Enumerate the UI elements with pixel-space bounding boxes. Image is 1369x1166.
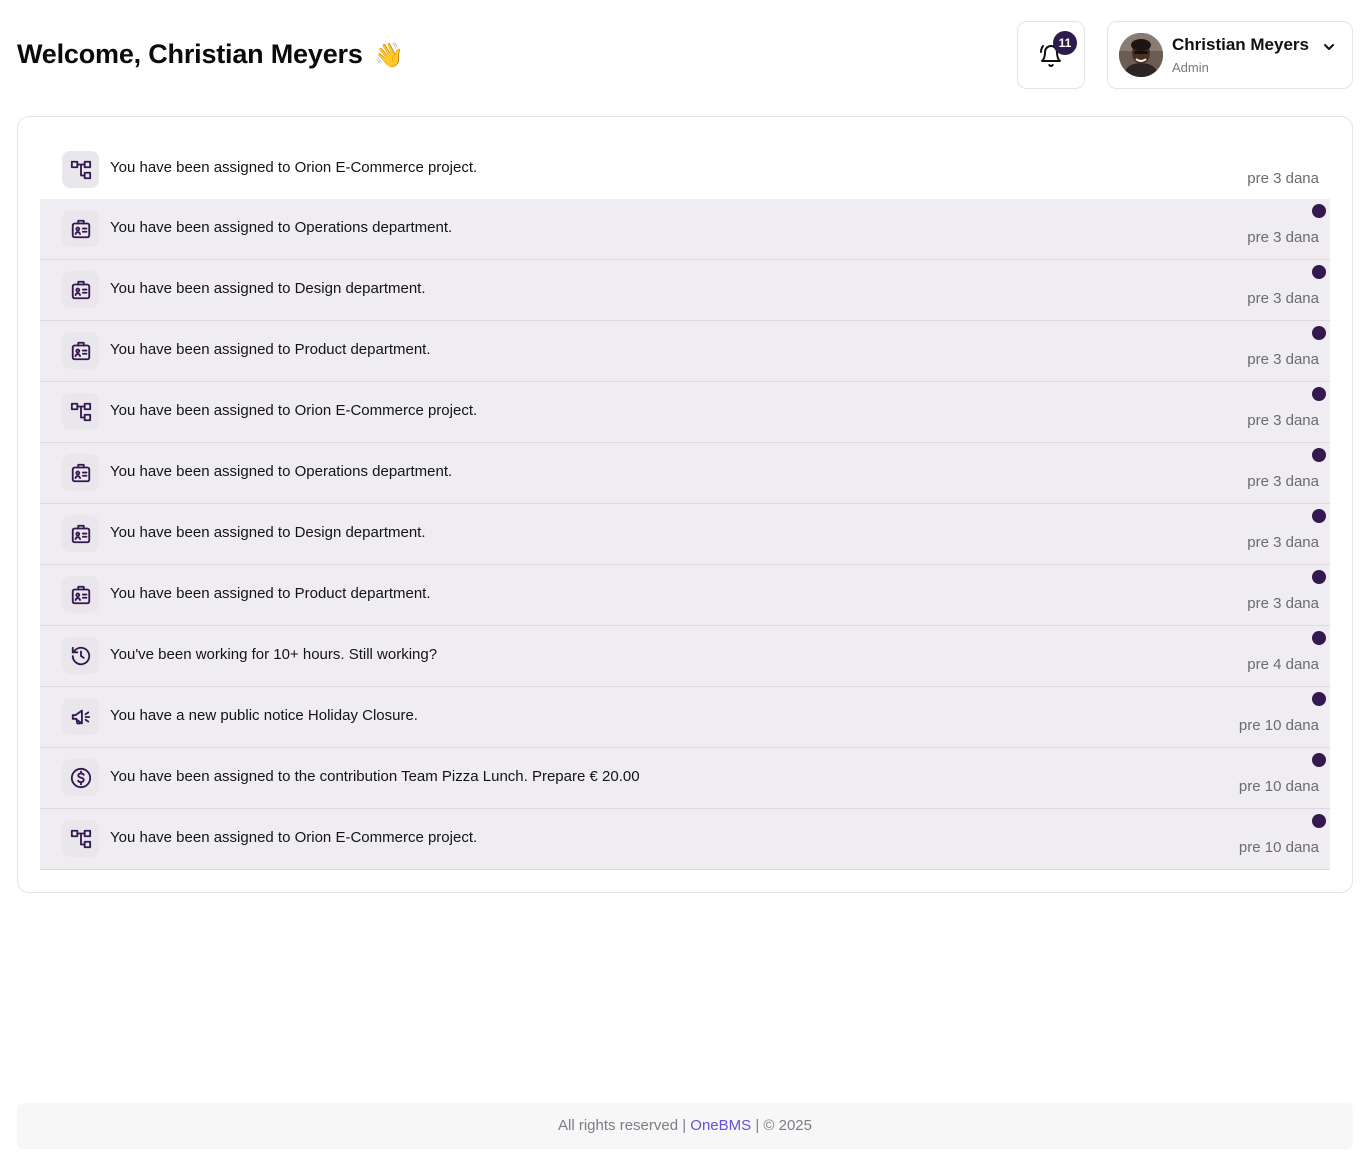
notification-item[interactable]: You've been working for 10+ hours. Still… (40, 626, 1330, 687)
notification-time: pre 3 dana (1247, 229, 1319, 246)
footer-rights-text: All rights reserved | (558, 1117, 687, 1134)
notification-time: pre 10 dana (1238, 778, 1319, 795)
department-icon (62, 332, 99, 369)
unread-indicator (1312, 204, 1326, 218)
notification-time: pre 10 dana (1238, 839, 1319, 856)
footer: All rights reserved | OneBMS | © 2025 (17, 1103, 1353, 1149)
welcome-text: Welcome, Christian Meyers (17, 39, 363, 69)
notification-message: You have been assigned to Design departm… (110, 524, 426, 541)
notification-message: You have been assigned to Orion E-Commer… (110, 402, 478, 419)
notifications-card: You have been assigned to Orion E-Commer… (17, 116, 1353, 893)
notification-time: pre 3 dana (1247, 412, 1319, 429)
notification-item[interactable]: You have been assigned to Operations dep… (40, 443, 1330, 504)
notification-time: pre 3 dana (1247, 290, 1319, 307)
unread-indicator (1312, 448, 1326, 462)
notification-time: pre 3 dana (1247, 473, 1319, 490)
unread-indicator (1312, 631, 1326, 645)
notification-item[interactable]: You have been assigned to Orion E-Commer… (40, 382, 1330, 443)
unread-indicator (1312, 570, 1326, 584)
wave-emoji: 👋 (373, 42, 404, 69)
department-icon (62, 576, 99, 613)
notification-message: You have been assigned to Design departm… (110, 280, 426, 297)
notification-item[interactable]: You have been assigned to Orion E-Commer… (40, 809, 1330, 870)
project-icon (62, 820, 99, 857)
notification-item[interactable]: You have been assigned to Product depart… (40, 565, 1330, 626)
notification-message: You have been assigned to the contributi… (110, 768, 640, 785)
department-icon (62, 454, 99, 491)
notification-message: You have been assigned to Operations dep… (110, 463, 453, 480)
unread-indicator (1312, 387, 1326, 401)
notification-item[interactable]: You have a new public notice Holiday Clo… (40, 687, 1330, 748)
notification-item[interactable]: You have been assigned to Design departm… (40, 504, 1330, 565)
project-icon (62, 151, 99, 188)
notification-message: You've been working for 10+ hours. Still… (110, 646, 438, 663)
notification-item[interactable]: You have been assigned to Operations dep… (40, 199, 1330, 260)
unread-indicator (1312, 692, 1326, 706)
notification-item[interactable]: You have been assigned to Product depart… (40, 321, 1330, 382)
notification-time: pre 3 dana (1247, 534, 1319, 551)
notification-time: pre 4 dana (1247, 656, 1319, 673)
user-name: Christian Meyers (1172, 35, 1309, 54)
unread-indicator (1312, 814, 1326, 828)
unread-indicator (1312, 509, 1326, 523)
footer-copyright-text: | © 2025 (755, 1117, 812, 1134)
footer-brand-link[interactable]: OneBMS (690, 1117, 751, 1134)
unread-indicator (1312, 753, 1326, 767)
notification-message: You have been assigned to Orion E-Commer… (110, 159, 478, 176)
page-title: Welcome, Christian Meyers 👋 (17, 39, 404, 70)
notification-message: You have a new public notice Holiday Clo… (110, 707, 418, 724)
notification-item[interactable]: You have been assigned to Design departm… (40, 260, 1330, 321)
notification-count-badge: 11 (1053, 31, 1077, 55)
megaphone-icon (62, 698, 99, 735)
department-icon (62, 515, 99, 552)
user-role: Admin (1172, 60, 1209, 75)
chevron-down-icon (1324, 44, 1334, 50)
notification-item[interactable]: You have been assigned to the contributi… (40, 748, 1330, 809)
notification-time: pre 3 dana (1247, 170, 1319, 187)
unread-indicator (1312, 326, 1326, 340)
avatar (1119, 33, 1163, 77)
notification-message: You have been assigned to Orion E-Commer… (110, 829, 478, 846)
notification-time: pre 3 dana (1247, 351, 1319, 368)
notification-item[interactable]: You have been assigned to Orion E-Commer… (40, 139, 1330, 199)
page-header: Welcome, Christian Meyers 👋 11 Christian… (17, 21, 1353, 89)
dollar-icon (62, 759, 99, 796)
department-icon (62, 210, 99, 247)
notification-message: You have been assigned to Product depart… (110, 341, 431, 358)
notification-time: pre 3 dana (1247, 595, 1319, 612)
notifications-button[interactable]: 11 (1017, 21, 1085, 89)
department-icon (62, 271, 99, 308)
notification-message: You have been assigned to Product depart… (110, 585, 431, 602)
notification-time: pre 10 dana (1238, 717, 1319, 734)
unread-indicator (1312, 265, 1326, 279)
project-icon (62, 393, 99, 430)
notifications-list: You have been assigned to Orion E-Commer… (40, 139, 1330, 870)
history-icon (62, 637, 99, 674)
user-menu-button[interactable]: Christian Meyers Admin (1107, 21, 1353, 89)
notification-message: You have been assigned to Operations dep… (110, 219, 453, 236)
